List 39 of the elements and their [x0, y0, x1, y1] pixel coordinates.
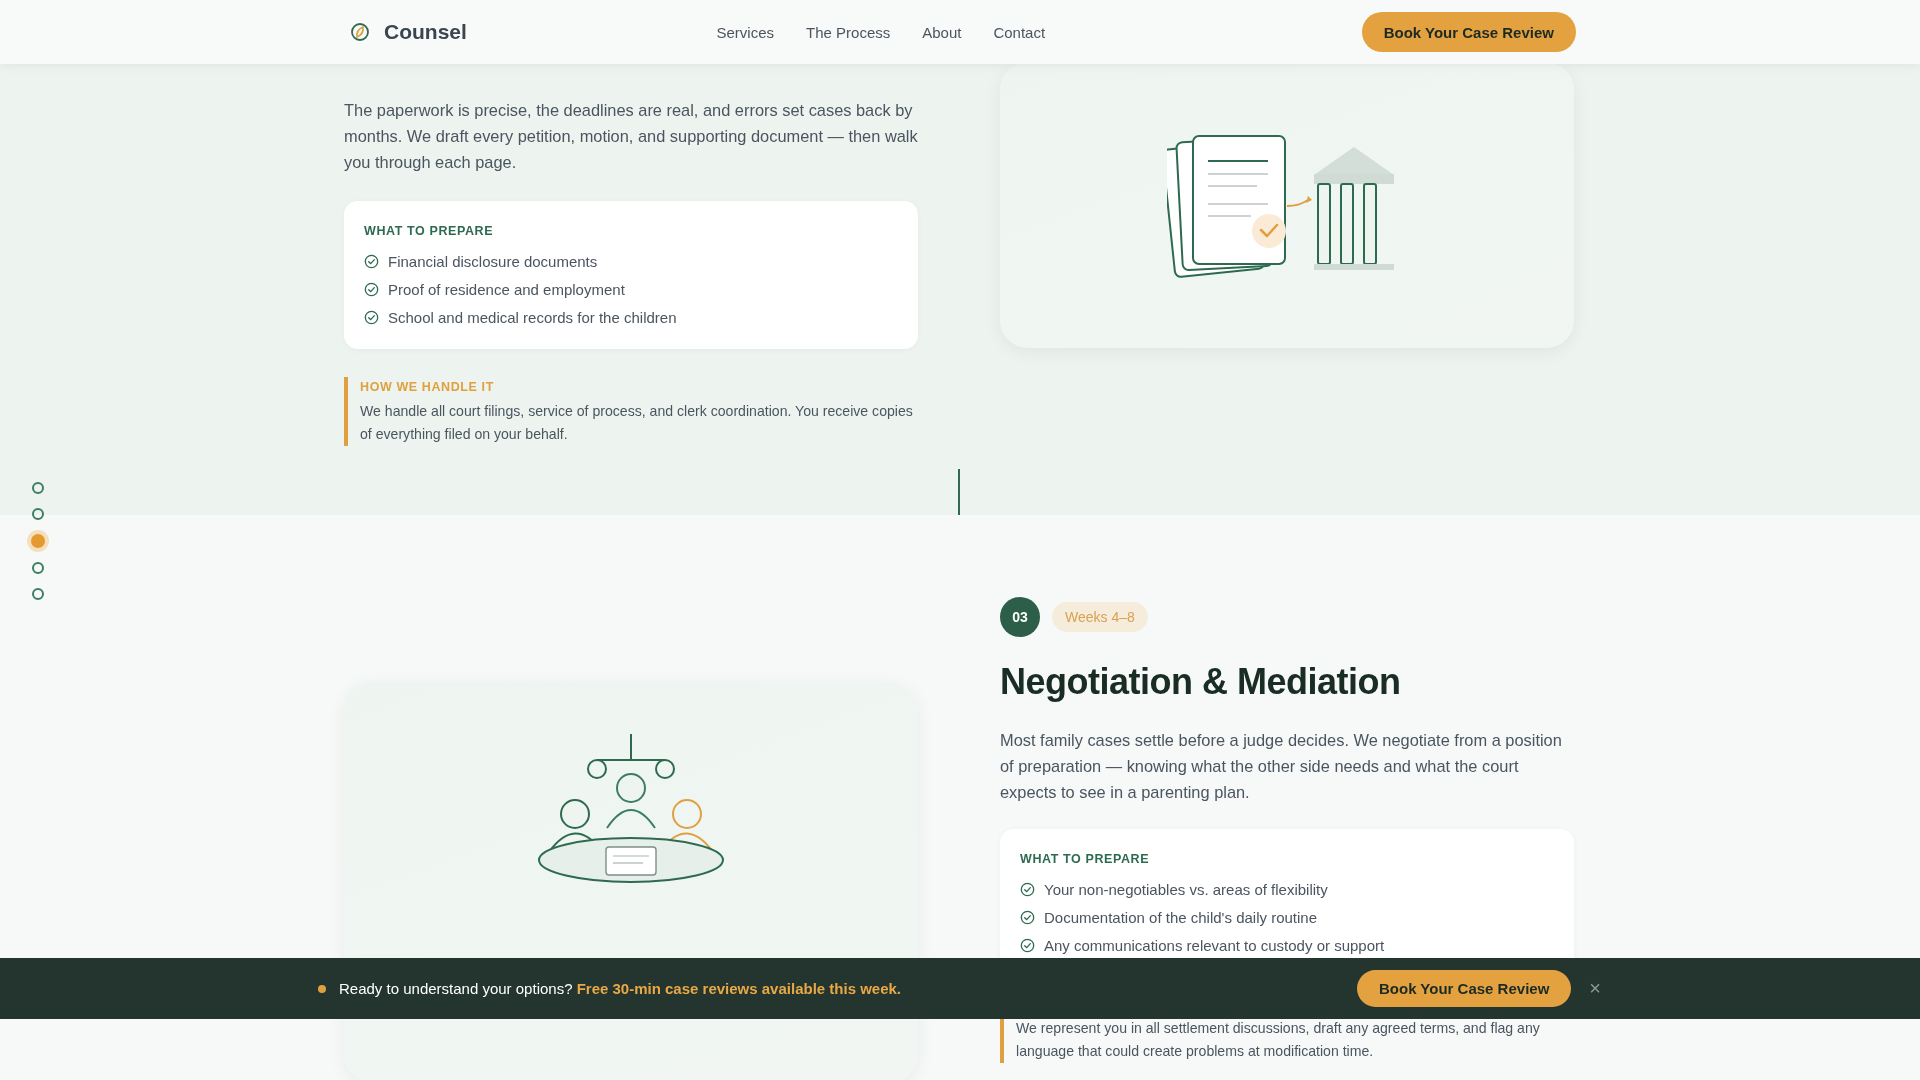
- handle-text: We handle all court filings, service of process, and clerk coordination. You receive copies of everything filed on your behalf.: [360, 402, 914, 444]
- step-description: Most family cases settle before a judge decides. We negotiate from a position of preparation — knowing what the other side needs and what the court expects to see in a parenting plan.: [1000, 730, 1563, 803]
- status-dot: [318, 984, 326, 993]
- check-icon: [364, 281, 379, 297]
- section-dot[interactable]: [32, 562, 44, 574]
- handle-text: We represent you in all settlement discussions, draft any agreed terms, and flag any language that could create problems at modification time.: [1016, 1019, 1541, 1061]
- book-review-button[interactable]: Book Your Case Review: [1361, 12, 1576, 52]
- section-dot[interactable]: [32, 588, 44, 600]
- checklist-item: Proof of residence and employment: [388, 280, 625, 298]
- prepare-heading: WHAT TO PREPARE: [364, 224, 494, 238]
- leaf-logo-icon: [350, 22, 370, 42]
- checklist-item: Financial disclosure documents: [388, 252, 598, 270]
- checklist-item: Any communications relevant to custody or support: [1044, 936, 1385, 954]
- section-dot[interactable]: [32, 482, 44, 494]
- book-review-button[interactable]: Book Your Case Review: [1356, 970, 1572, 1007]
- section-dot[interactable]: [32, 508, 44, 520]
- checklist-item: School and medical records for the children: [388, 308, 677, 326]
- step-number: 03: [1000, 597, 1040, 637]
- timing-badge: Weeks 4–8: [1052, 602, 1148, 632]
- nav-link[interactable]: Contact: [993, 23, 1046, 41]
- timeline-line: [958, 469, 960, 515]
- nav-link[interactable]: The Process: [806, 23, 891, 41]
- step-description: The paperwork is precise, the deadlines are real, and errors set cases back by months. We draft every petition, motion, and supporting document — then walk you through each page.: [344, 100, 918, 173]
- handle-heading: HOW WE HANDLE IT: [360, 380, 494, 394]
- nav-link[interactable]: About: [922, 23, 962, 41]
- checklist-item: Documentation of the child's daily routine: [1044, 908, 1318, 926]
- step-title: Negotiation & Mediation: [1000, 660, 1402, 704]
- checklist-item: Your non-negotiables vs. areas of flexibility: [1044, 880, 1328, 898]
- nav-link[interactable]: Services: [716, 23, 775, 41]
- check-icon: [1020, 881, 1035, 897]
- prepare-heading: WHAT TO PREPARE: [1020, 852, 1150, 866]
- check-icon: [1020, 937, 1035, 953]
- check-icon: [364, 309, 379, 325]
- section-dot[interactable]: [31, 534, 45, 548]
- banner-text: Ready to understand your options? Free 30-min case reviews available this week.: [339, 980, 902, 997]
- check-icon: [1020, 909, 1035, 925]
- close-button[interactable]: ×: [1585, 977, 1605, 1000]
- check-icon: [364, 253, 379, 269]
- brand-name: Counsel: [384, 20, 467, 44]
